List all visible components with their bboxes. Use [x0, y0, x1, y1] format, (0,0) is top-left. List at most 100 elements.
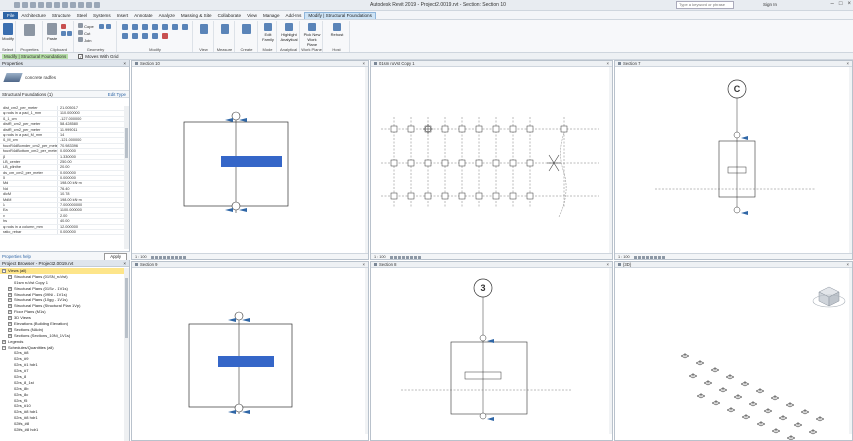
section-arrow-icon[interactable]: [242, 410, 250, 414]
move-button[interactable]: [152, 24, 158, 31]
section-arrow-icon[interactable]: [242, 318, 250, 322]
save-icon[interactable]: [22, 2, 28, 8]
property-value[interactable]: 1100.000000: [58, 208, 82, 212]
property-value[interactable]: 70.983396: [58, 144, 78, 148]
quick-access-toolbar[interactable]: [14, 2, 100, 8]
section-arrow-icon[interactable]: [487, 417, 494, 421]
property-value[interactable]: 58.428580: [58, 122, 78, 126]
property-value[interactable]: 21.005017: [58, 106, 78, 110]
plan-canvas[interactable]: [371, 67, 613, 255]
property-value[interactable]: 198.00 kN·m: [58, 198, 82, 202]
tab-modify-structural-foundations[interactable]: Modify | Structural Foundations: [304, 12, 376, 19]
edit-type-button[interactable]: Edit Type: [108, 91, 129, 97]
expand-icon[interactable]: +: [8, 286, 12, 291]
redo-icon[interactable]: [38, 2, 44, 8]
level-head-icon[interactable]: [234, 403, 244, 413]
highlight-analytical-button[interactable]: Highlight Analytical: [279, 23, 299, 42]
property-value[interactable]: 2.00: [58, 214, 67, 218]
level-head-icon[interactable]: [479, 334, 487, 342]
section-arrow-icon[interactable]: [239, 118, 247, 122]
mirror-axis-button[interactable]: [142, 24, 148, 31]
tab-analyze[interactable]: Analyze: [156, 13, 178, 19]
rotate-button[interactable]: [172, 24, 178, 31]
close-icon[interactable]: ×: [123, 60, 126, 67]
create-similar-button[interactable]: [242, 24, 251, 35]
level-head-icon[interactable]: [733, 131, 741, 139]
view-scrollbar[interactable]: [609, 268, 612, 434]
level-head-icon[interactable]: [234, 311, 244, 321]
property-row[interactable]: ratio_rebar 0.000000: [0, 229, 125, 236]
view-section-7[interactable]: Section 7 × C 1 : 100: [614, 60, 853, 260]
tab-architecture[interactable]: Architecture: [18, 13, 49, 19]
property-value[interactable]: 11.999011: [58, 128, 77, 132]
property-value[interactable]: 14: [58, 133, 64, 137]
paint-button[interactable]: [106, 24, 111, 30]
split-face-button[interactable]: [99, 24, 104, 30]
maximize-icon[interactable]: □: [839, 1, 843, 7]
section-arrow-icon[interactable]: [225, 208, 233, 212]
isometric-footings[interactable]: [680, 353, 825, 440]
expand-icon[interactable]: +: [8, 304, 12, 309]
level-head-icon[interactable]: [231, 201, 241, 211]
property-value[interactable]: 40.00: [58, 219, 70, 223]
section-arrow-icon[interactable]: [487, 339, 494, 343]
close-icon[interactable]: ×: [123, 260, 126, 267]
section-8-canvas[interactable]: 3: [371, 268, 613, 441]
level-head-icon[interactable]: [479, 412, 487, 420]
copy-button[interactable]: [162, 24, 168, 31]
expand-icon[interactable]: +: [8, 316, 12, 321]
trim-button[interactable]: [182, 24, 188, 31]
tab-steel[interactable]: Steel: [74, 13, 90, 19]
view-scrollbar[interactable]: [849, 268, 852, 434]
3d-canvas[interactable]: [615, 268, 853, 441]
property-value[interactable]: -121.000000: [58, 138, 81, 142]
property-value[interactable]: 12.000000: [58, 225, 78, 229]
open-icon[interactable]: [14, 2, 20, 8]
expand-icon[interactable]: +: [8, 298, 12, 303]
section-arrow-icon[interactable]: [741, 211, 748, 215]
property-value[interactable]: 0.000000: [58, 176, 76, 180]
print-icon[interactable]: [46, 2, 52, 8]
property-value[interactable]: 0.000000: [58, 171, 76, 175]
sign-in-link[interactable]: Sign In: [763, 2, 777, 7]
close-hidden-icon[interactable]: [94, 2, 100, 8]
footing-selected[interactable]: [218, 356, 274, 367]
tab-insert[interactable]: Insert: [114, 13, 132, 19]
measure-icon[interactable]: [54, 2, 60, 8]
section-arrow-icon[interactable]: [225, 118, 233, 122]
match-type-button[interactable]: [67, 31, 72, 37]
delete-button[interactable]: [162, 33, 168, 40]
level-head-icon[interactable]: [231, 111, 241, 121]
tab-collaborate[interactable]: Collaborate: [215, 13, 245, 19]
view-scrollbar[interactable]: [609, 67, 612, 253]
measure-button[interactable]: [221, 24, 229, 35]
section-9-canvas[interactable]: [132, 268, 369, 441]
edit-family-button[interactable]: Edit Family: [260, 23, 276, 42]
hide-in-view-button[interactable]: [200, 24, 208, 35]
cut-button[interactable]: Cut: [78, 30, 90, 36]
expand-icon[interactable]: +: [8, 310, 12, 315]
collapse-icon[interactable]: −: [2, 345, 6, 350]
view-plan-copy-1[interactable]: 01sm ruVst Copy 1 × 1: 100: [370, 60, 613, 260]
properties-help-link[interactable]: Properties help: [2, 254, 31, 259]
view-section-10[interactable]: Section 10 × 1 : 100: [131, 60, 369, 260]
modify-button[interactable]: Modify: [2, 23, 14, 41]
expand-icon[interactable]: +: [8, 321, 12, 326]
offset-button[interactable]: [132, 24, 138, 31]
3d-view-icon[interactable]: [70, 2, 76, 8]
tab-annotate[interactable]: Annotate: [131, 13, 155, 19]
view-scrollbar[interactable]: [365, 268, 368, 434]
collapse-icon[interactable]: −: [2, 268, 6, 273]
property-value[interactable]: 76.40: [58, 187, 70, 191]
view-section-9[interactable]: Section 9 ×: [131, 261, 369, 441]
split-button[interactable]: [122, 33, 128, 40]
property-value[interactable]: 1.330000: [58, 155, 76, 159]
property-value[interactable]: -127.000000: [58, 117, 81, 121]
section-icon[interactable]: [78, 2, 84, 8]
pick-new-work-plane-button[interactable]: Pick New Work Plane: [302, 23, 322, 47]
copy-clip-button[interactable]: [61, 31, 66, 37]
expand-icon[interactable]: +: [8, 292, 12, 297]
view-scrollbar[interactable]: [849, 67, 852, 253]
section-arrow-icon[interactable]: [741, 136, 748, 140]
properties-button[interactable]: [24, 24, 35, 37]
